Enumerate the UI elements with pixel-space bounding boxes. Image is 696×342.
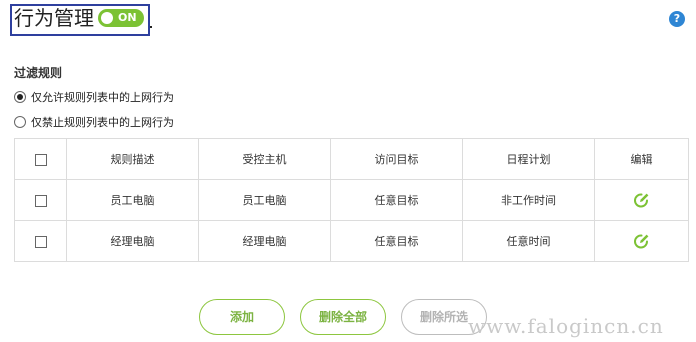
title-dot <box>150 26 152 28</box>
row-select-cell <box>14 220 67 262</box>
rule-description: 经理电脑 <box>66 220 199 262</box>
help-icon[interactable]: ? <box>669 11 685 27</box>
column-header: 受控主机 <box>198 138 331 180</box>
row-select-cell <box>14 179 67 221</box>
schedule: 任意时间 <box>462 220 595 262</box>
radio-deny-rules[interactable]: 仅禁止规则列表中的上网行为 <box>14 115 174 129</box>
column-header: 访问目标 <box>330 138 463 180</box>
watermark-text: www.falogincn.cn <box>468 314 664 338</box>
table-row: 经理电脑 经理电脑 任意目标 任意时间 <box>14 220 689 262</box>
radio-allow-label: 仅允许规则列表中的上网行为 <box>31 91 174 104</box>
edit-icon[interactable] <box>633 232 651 250</box>
access-target: 任意目标 <box>330 220 463 262</box>
column-header: 编辑 <box>594 138 689 180</box>
row-checkbox[interactable] <box>34 194 47 207</box>
select-all-cell <box>14 138 67 180</box>
section-title: 过滤规则 <box>14 66 63 80</box>
radio-button-unchecked[interactable] <box>14 116 26 128</box>
controlled-host: 员工电脑 <box>198 179 331 221</box>
access-target: 任意目标 <box>330 179 463 221</box>
delete-all-button[interactable]: 删除全部 <box>300 299 386 335</box>
edit-cell <box>594 179 689 221</box>
radio-allow-rules[interactable]: 仅允许规则列表中的上网行为 <box>14 90 174 104</box>
radio-button-checked[interactable] <box>14 91 26 103</box>
rules-table: 规则描述 受控主机 访问目标 日程计划 编辑 员工电脑 员工电脑 任意目标 非工… <box>14 138 689 262</box>
column-header: 规则描述 <box>66 138 199 180</box>
edit-cell <box>594 220 689 262</box>
page-title: 行为管理 <box>14 6 94 30</box>
controlled-host: 经理电脑 <box>198 220 331 262</box>
rule-description: 员工电脑 <box>66 179 199 221</box>
toggle-knob <box>101 12 113 24</box>
row-checkbox[interactable] <box>34 235 47 248</box>
add-button[interactable]: 添加 <box>199 299 285 335</box>
column-header: 日程计划 <box>462 138 595 180</box>
toggle-label: ON <box>118 11 137 24</box>
select-all-checkbox[interactable] <box>34 153 47 166</box>
table-header-row: 规则描述 受控主机 访问目标 日程计划 编辑 <box>14 138 689 180</box>
edit-icon[interactable] <box>633 191 651 209</box>
table-row: 员工电脑 员工电脑 任意目标 非工作时间 <box>14 179 689 221</box>
schedule: 非工作时间 <box>462 179 595 221</box>
behavior-management-toggle[interactable]: ON <box>98 9 144 27</box>
radio-deny-label: 仅禁止规则列表中的上网行为 <box>31 116 174 129</box>
